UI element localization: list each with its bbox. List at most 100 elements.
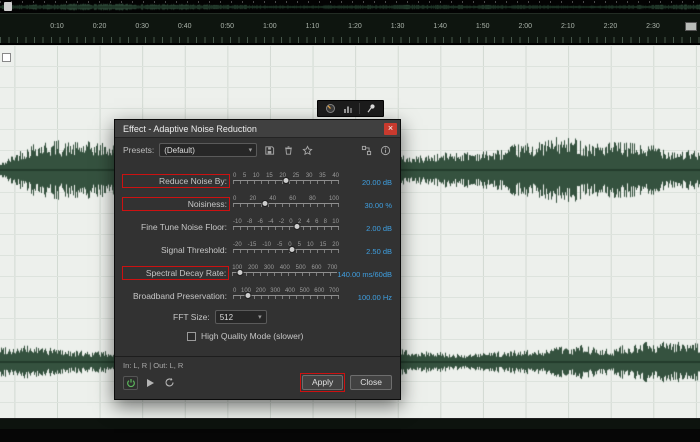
timeline-tick-label: 2:10 — [561, 23, 575, 30]
favorite-star-icon[interactable] — [300, 143, 314, 157]
slider-track[interactable] — [233, 180, 339, 189]
annotation-box-apply: Apply — [300, 373, 345, 392]
param-label-signal_threshold: Signal Threshold: — [123, 244, 229, 256]
param-value-fine_tune_noise_floor: 2.00 dB — [339, 224, 392, 233]
param-slider-reduce_noise[interactable]: 0510152025303540 — [233, 172, 339, 189]
timeline-ruler[interactable]: 0:10 0:20 0:30 0:40 0:50 1:00 1:10 1:20 1:30 1:40… — [0, 13, 700, 44]
slider-tick-labels: 100200300400500600700 — [232, 264, 337, 272]
fft-size-value: 512 — [220, 313, 233, 322]
status-bar — [0, 429, 700, 442]
pin-icon[interactable] — [364, 102, 378, 116]
panel-menu-icon[interactable] — [685, 22, 697, 31]
timeline-tick-label: 2:20 — [604, 23, 618, 30]
slider-tick-labels: -20-15-10-505101520 — [233, 241, 339, 249]
param-row-signal_threshold: Signal Threshold: -20-15-10-5051015202.50… — [123, 235, 392, 258]
dialog-titlebar[interactable]: Effect - Adaptive Noise Reduction × — [115, 120, 400, 138]
panel-grip-icon[interactable] — [4, 2, 12, 11]
timeline-tick-label: 1:40 — [433, 23, 447, 30]
save-preset-icon[interactable] — [262, 143, 276, 157]
timeline-tick-label: 2:30 — [646, 23, 660, 30]
param-value-noisiness: 30.00 % — [339, 201, 392, 210]
slider-track[interactable] — [233, 249, 339, 258]
timeline-tick-label: 1:20 — [348, 23, 362, 30]
high-quality-label: High Quality Mode (slower) — [201, 331, 304, 341]
slider-knob[interactable] — [289, 246, 296, 253]
high-quality-checkbox[interactable] — [187, 332, 196, 341]
slider-knob[interactable] — [244, 292, 251, 299]
close-button[interactable]: Close — [350, 375, 392, 390]
param-row-reduce_noise: Reduce Noise By: 051015202530354020.00 dB — [123, 166, 392, 189]
delete-preset-icon[interactable] — [281, 143, 295, 157]
timeline-tick-label: 0:20 — [93, 23, 107, 30]
slider-tick-labels: -10-8-6-4-20246810 — [233, 218, 339, 226]
hud-toolbar — [317, 100, 384, 117]
timeline-tick-label: 1:50 — [476, 23, 490, 30]
param-label-fine_tune_noise_floor: Fine Tune Noise Floor: — [123, 221, 229, 233]
chevron-down-icon: ▾ — [258, 313, 262, 321]
param-value-reduce_noise: 20.00 dB — [339, 178, 392, 187]
slider-track[interactable] — [233, 295, 339, 304]
slider-tick-labels: 020406080100 — [233, 195, 339, 203]
high-quality-row: High Quality Mode (slower) — [115, 324, 400, 341]
param-row-broadband_preservation: Broadband Preservation: 01002003004005006… — [123, 281, 392, 304]
loop-playback-icon[interactable] — [162, 376, 176, 390]
fft-row: FFT Size: 512 ▾ — [115, 304, 400, 324]
presets-dropdown[interactable]: (Default) ▾ — [159, 143, 257, 157]
parameter-list: Reduce Noise By: 051015202530354020.00 dB… — [115, 159, 400, 304]
level-meter-icon[interactable] — [341, 102, 355, 116]
effect-dialog: Effect - Adaptive Noise Reduction × Pres… — [114, 119, 401, 400]
slider-track[interactable] — [233, 226, 339, 235]
param-label-noisiness: Noisiness: — [123, 198, 229, 210]
presets-row: Presets: (Default) ▾ — [115, 138, 400, 159]
timeline-tick-label: 2:00 — [518, 23, 532, 30]
overview-waveform — [0, 1, 700, 13]
slider-knob[interactable] — [283, 177, 290, 184]
timeline-tick-label: 0:40 — [178, 23, 192, 30]
presets-label: Presets: — [123, 145, 154, 155]
param-slider-noisiness[interactable]: 020406080100 — [233, 195, 339, 212]
param-slider-signal_threshold[interactable]: -20-15-10-505101520 — [233, 241, 339, 258]
param-row-noisiness: Noisiness: 02040608010030.00 % — [123, 189, 392, 212]
param-row-fine_tune_noise_floor: Fine Tune Noise Floor: -10-8-6-4-20246810… — [123, 212, 392, 235]
routing-icon[interactable] — [359, 143, 373, 157]
info-icon[interactable] — [378, 143, 392, 157]
marker-handle[interactable] — [2, 53, 11, 62]
fft-size-label: FFT Size: — [173, 312, 210, 322]
slider-knob[interactable] — [236, 269, 243, 276]
chevron-down-icon: ▾ — [249, 146, 253, 154]
horizontal-scrollbar[interactable] — [0, 418, 700, 429]
audition-window: 0:10 0:20 0:30 0:40 0:50 1:00 1:10 1:20 1:30 1:40… — [0, 0, 700, 442]
slider-knob[interactable] — [293, 223, 300, 230]
param-value-signal_threshold: 2.50 dB — [339, 247, 392, 256]
slider-track[interactable] — [232, 272, 337, 281]
close-icon[interactable]: × — [384, 123, 397, 135]
timeline-tick-label: 0:30 — [135, 23, 149, 30]
param-label-reduce_noise: Reduce Noise By: — [123, 175, 229, 187]
param-value-broadband_preservation: 100.00 Hz — [339, 293, 392, 302]
volume-knob-icon[interactable] — [323, 102, 337, 116]
timeline-tick-label: 1:10 — [306, 23, 320, 30]
dialog-title: Effect - Adaptive Noise Reduction — [123, 124, 384, 134]
timeline-tick-label: 0:50 — [220, 23, 234, 30]
timeline-tick-label: 1:00 — [263, 23, 277, 30]
slider-knob[interactable] — [261, 200, 268, 207]
effect-power-toggle[interactable] — [123, 376, 138, 390]
param-slider-fine_tune_noise_floor[interactable]: -10-8-6-4-20246810 — [233, 218, 339, 235]
transport-row: Apply Close — [115, 371, 400, 399]
param-slider-broadband_preservation[interactable]: 0100200300400500600700 — [233, 287, 339, 304]
preview-play-icon[interactable] — [143, 376, 157, 390]
param-label-broadband_preservation: Broadband Preservation: — [123, 290, 229, 302]
timeline-tick-label: 1:30 — [391, 23, 405, 30]
io-status: In: L, R | Out: L, R — [115, 357, 400, 371]
slider-track[interactable] — [233, 203, 339, 212]
presets-value: (Default) — [164, 146, 195, 155]
param-row-spectral_decay_rate: Spectral Decay Rate: 10020030040050060070… — [123, 258, 392, 281]
hud-divider — [359, 103, 360, 114]
param-slider-spectral_decay_rate[interactable]: 100200300400500600700 — [232, 264, 337, 281]
fft-size-dropdown[interactable]: 512 ▾ — [215, 310, 267, 324]
param-label-spectral_decay_rate: Spectral Decay Rate: — [123, 267, 228, 279]
timeline-tick-label: 0:10 — [50, 23, 64, 30]
dialog-footer: In: L, R | Out: L, R Apply Close — [115, 356, 400, 399]
apply-button[interactable]: Apply — [302, 375, 343, 390]
overview-strip[interactable] — [0, 0, 700, 13]
